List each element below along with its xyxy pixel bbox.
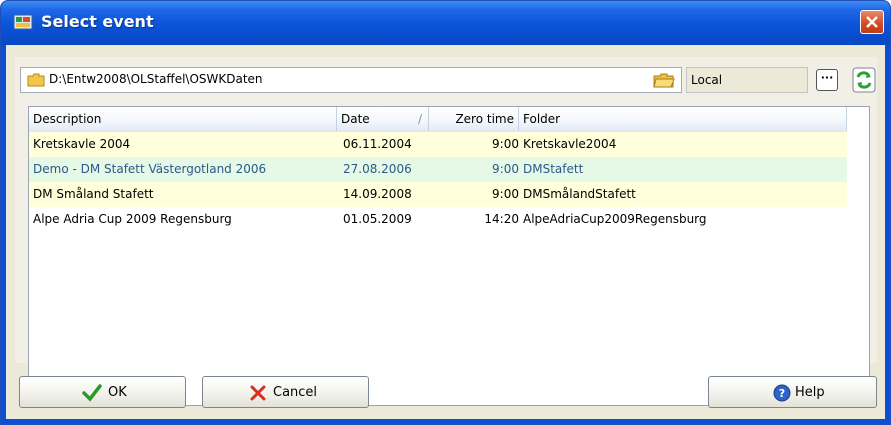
cancel-label: Cancel xyxy=(273,385,318,400)
column-header-folder[interactable]: Folder xyxy=(519,107,847,131)
cell-folder: Kretskavle2004 xyxy=(523,137,617,151)
folder-icon xyxy=(27,73,45,87)
help-icon: ? xyxy=(773,384,791,402)
table-row[interactable]: Demo - DM Stafett Västergotland 2006 27.… xyxy=(29,157,847,182)
svg-text:?: ? xyxy=(779,387,785,400)
cell-date: 14.09.2008 xyxy=(343,187,412,201)
cell-date: 06.11.2004 xyxy=(343,137,412,151)
checkmark-icon xyxy=(82,384,102,402)
cell-date: 27.08.2006 xyxy=(343,162,412,176)
cell-zero-time: 9:00 xyxy=(492,137,519,151)
cell-zero-time: 9:00 xyxy=(492,187,519,201)
event-list[interactable]: Description Date / Zero time Folder Kret… xyxy=(28,106,870,406)
window-title: Select event xyxy=(41,12,154,31)
cell-date: 01.05.2009 xyxy=(343,212,412,226)
location-value: Local xyxy=(691,73,723,87)
path-field[interactable]: D:\Entw2008\OLStaffel\OSWKDaten xyxy=(20,67,682,93)
cell-description: Kretskavle 2004 xyxy=(33,137,131,151)
title-bar[interactable]: Select event xyxy=(1,1,890,45)
column-header-label: Date xyxy=(341,112,370,126)
cell-folder: AlpeAdriaCup2009Regensburg xyxy=(523,212,707,226)
cell-description: Demo - DM Stafett Västergotland 2006 xyxy=(33,162,267,176)
column-header-label: Description xyxy=(33,112,102,126)
path-text: D:\Entw2008\OLStaffel\OSWKDaten xyxy=(49,72,263,86)
button-bar: OK Cancel ? Help xyxy=(15,370,877,410)
column-header-label: Zero time xyxy=(455,112,514,126)
column-header-date[interactable]: Date / xyxy=(337,107,429,131)
cell-zero-time: 9:00 xyxy=(492,162,519,176)
select-event-dialog: Select event D:\Entw2008\OLStaffel\OSWKD… xyxy=(0,0,891,425)
dialog-body: D:\Entw2008\OLStaffel\OSWKDaten Local ··… xyxy=(6,45,885,419)
cancel-button[interactable]: Cancel xyxy=(202,376,369,408)
close-button[interactable] xyxy=(860,10,884,34)
location-selector[interactable]: Local xyxy=(686,67,808,93)
app-icon xyxy=(13,14,33,30)
cross-icon xyxy=(250,385,266,401)
table-row[interactable]: Kretskavle 2004 06.11.2004 9:00 Kretskav… xyxy=(29,132,847,157)
column-header-description[interactable]: Description xyxy=(29,107,337,131)
cell-folder: DMStafett xyxy=(523,162,584,176)
close-icon xyxy=(866,16,878,28)
list-header: Description Date / Zero time Folder xyxy=(29,107,847,133)
column-header-label: Folder xyxy=(523,112,561,126)
column-header-zero-time[interactable]: Zero time xyxy=(429,107,519,131)
help-button[interactable]: ? Help xyxy=(708,376,877,408)
refresh-icon[interactable] xyxy=(852,67,876,93)
cell-description: DM Småland Stafett xyxy=(33,187,154,201)
ok-label: OK xyxy=(108,385,127,400)
table-row[interactable]: DM Småland Stafett 14.09.2008 9:00 DMSmå… xyxy=(29,182,847,207)
cell-zero-time: 14:20 xyxy=(484,212,519,226)
help-label: Help xyxy=(795,385,825,400)
cell-folder: DMSmålandStafett xyxy=(523,187,636,201)
cell-description: Alpe Adria Cup 2009 Regensburg xyxy=(33,212,232,226)
ok-button[interactable]: OK xyxy=(19,376,186,408)
open-folder-icon[interactable] xyxy=(653,72,675,88)
table-row[interactable]: Alpe Adria Cup 2009 Regensburg 01.05.200… xyxy=(29,207,847,232)
browse-button[interactable]: ··· xyxy=(816,69,838,91)
sort-indicator-icon: / xyxy=(417,112,422,126)
